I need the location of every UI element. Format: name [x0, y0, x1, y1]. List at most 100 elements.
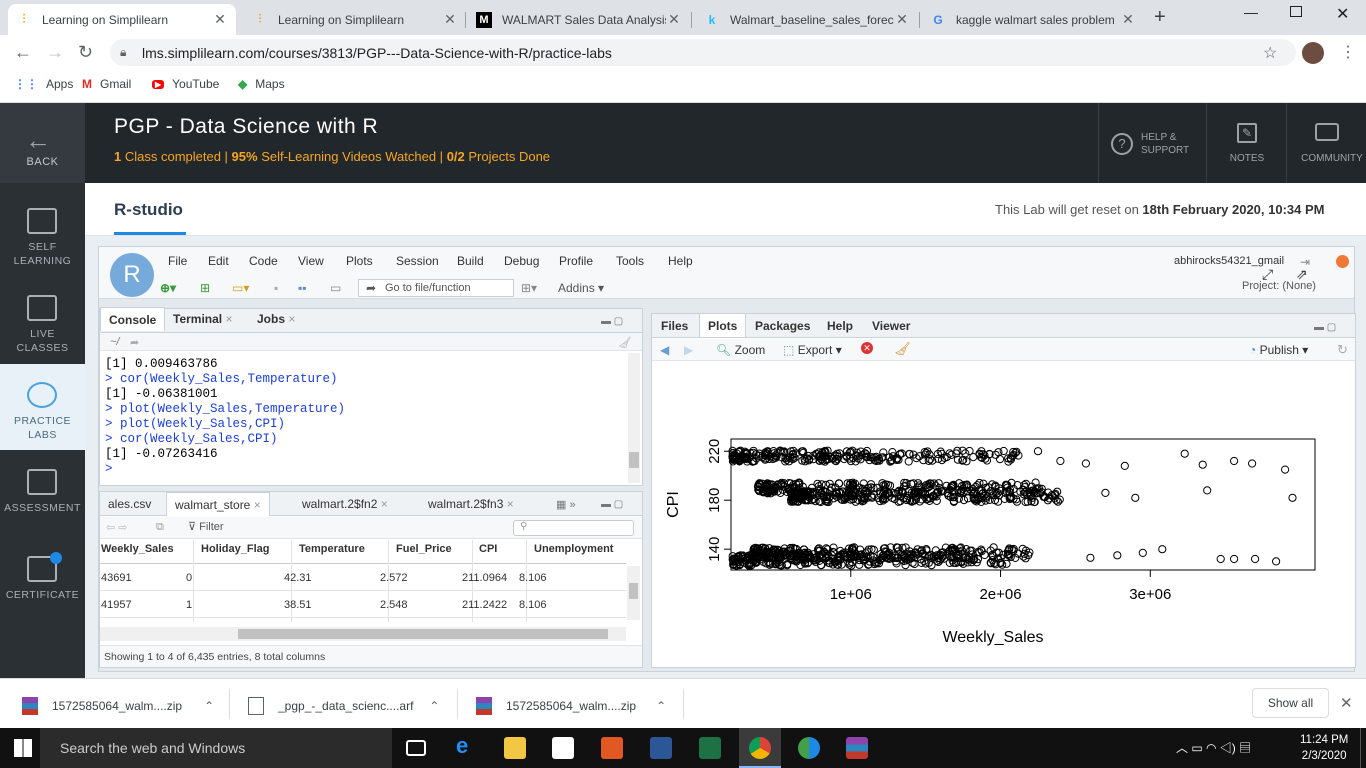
chrome-menu-icon[interactable]: ⋮ — [1340, 42, 1356, 62]
close-tab-icon[interactable]: ✕ — [1120, 11, 1136, 28]
back-arrow-icon[interactable]: ← — [14, 42, 32, 63]
column-header[interactable]: Temperature — [299, 543, 365, 555]
close-tab-icon[interactable]: × — [507, 497, 514, 511]
save-all-icon[interactable]: ▪▪ — [298, 281, 307, 295]
grid-layout-icon[interactable]: ⊞▾ — [521, 281, 537, 295]
menu-build[interactable]: Build — [457, 254, 484, 268]
windows-start-icon[interactable] — [14, 739, 32, 757]
download-item[interactable]: 1572585064_walm....zip ⌃ — [22, 697, 214, 715]
menu-code[interactable]: Code — [249, 254, 278, 268]
chevron-up-icon[interactable]: ⌃ — [204, 699, 214, 713]
column-header[interactable]: Weekly_Sales — [101, 543, 174, 555]
table-search-input[interactable]: ⚲ — [513, 520, 634, 536]
taskbar-search-input[interactable]: Search the web and Windows — [40, 728, 392, 768]
menu-profile[interactable]: Profile — [559, 254, 593, 268]
table-vscroll-thumb[interactable] — [629, 583, 638, 599]
chevron-up-icon[interactable]: ⌃ — [429, 699, 439, 713]
tab-viewer[interactable]: Viewer — [864, 314, 918, 338]
more-tabs-icon[interactable]: ▦ » — [556, 498, 576, 511]
bookmark-maps[interactable]: ◆ Maps — [238, 77, 285, 91]
taskbar-clock[interactable]: 11:24 PM 2/3/2020 — [1300, 732, 1348, 764]
nav-self-learning[interactable]: SELF LEARNING — [0, 190, 85, 276]
close-tab-icon[interactable]: × — [381, 497, 388, 511]
tab-walmart-store[interactable]: walmart_store × — [166, 492, 270, 516]
tray-icons[interactable]: ︿ ▭ ◠ ◁) ▤ — [1176, 739, 1251, 756]
word-icon[interactable] — [650, 737, 672, 759]
tab-terminal[interactable]: Terminal × — [165, 307, 240, 331]
bookmark-gmail[interactable]: M Gmail — [82, 77, 131, 91]
close-tab-icon[interactable]: × — [254, 498, 261, 512]
tab-walmart-fn3[interactable]: walmart.2$fn3 × — [420, 492, 522, 516]
close-tab-icon[interactable]: ✕ — [666, 11, 682, 28]
nav-arrows-icon[interactable]: ⇦ ⇨ — [106, 521, 128, 534]
menu-edit[interactable]: Edit — [208, 254, 229, 268]
nav-assessment[interactable]: ASSESSMENT — [0, 451, 85, 537]
menu-session[interactable]: Session — [396, 254, 439, 268]
pane-minmax-icon[interactable]: ▬ ▢ — [601, 499, 635, 510]
menu-help[interactable]: Help — [668, 254, 693, 268]
chevron-up-icon[interactable]: ⌃ — [656, 699, 666, 713]
menu-tools[interactable]: Tools — [616, 254, 644, 268]
pane-minmax-icon[interactable]: ▬ ▢ — [601, 316, 635, 327]
avatar[interactable] — [1302, 42, 1324, 64]
notes-button[interactable]: ✎ NOTES — [1206, 103, 1286, 183]
goto-file-input[interactable]: Go to file/function — [358, 279, 514, 297]
next-plot-icon[interactable]: ▶ — [684, 343, 693, 357]
popout-icon[interactable]: ⧉ — [156, 521, 164, 534]
forward-arrow-icon[interactable]: → — [46, 42, 64, 63]
column-header[interactable]: Fuel_Price — [396, 543, 452, 555]
console-scroll-thumb[interactable] — [629, 452, 639, 468]
lock-icon[interactable]: 🔒︎ — [120, 45, 126, 60]
minimize-icon[interactable]: — — [1244, 4, 1258, 20]
back-button[interactable]: ← BACK — [0, 103, 85, 183]
power-icon[interactable] — [1336, 255, 1349, 268]
tab-plots[interactable]: Plots — [699, 313, 747, 337]
bookmark-apps[interactable]: ⋮⋮ Apps — [14, 77, 73, 91]
download-item[interactable]: _pgp_-_data_scienc....arf ⌃ — [248, 697, 439, 715]
browser-tab-2[interactable]: ⫶ Learning on Simplilearn ✕ — [244, 4, 466, 35]
save-icon[interactable]: ▪ — [274, 281, 278, 295]
task-view-icon[interactable] — [406, 740, 426, 756]
new-tab-icon[interactable]: + — [1154, 6, 1166, 29]
download-item[interactable]: 1572585064_walm....zip ⌃ — [476, 697, 666, 715]
zoom-button[interactable]: 🔍︎ Zoom — [716, 343, 765, 357]
menu-file[interactable]: File — [168, 254, 187, 268]
pane-minmax-icon[interactable]: ▬ ▢ — [1314, 322, 1348, 333]
project-selector[interactable]: Project: (None) — [1242, 280, 1316, 292]
store-icon[interactable] — [552, 737, 574, 759]
globe-app-icon[interactable] — [798, 737, 820, 759]
reload-icon[interactable]: ↻ — [78, 42, 93, 63]
winrar-icon[interactable] — [846, 737, 868, 759]
powerpoint-icon[interactable] — [601, 737, 623, 759]
tab-console[interactable]: Console — [100, 307, 166, 331]
tab-packages[interactable]: Packages — [747, 314, 818, 338]
browser-tab-5[interactable]: G kaggle walmart sales problem ✕ — [922, 4, 1144, 35]
bookmark-star-icon[interactable]: ☆ — [1263, 43, 1277, 63]
url-text[interactable]: lms.simplilearn.com/courses/3813/PGP---D… — [142, 45, 612, 61]
browser-tab-3[interactable]: M WALMART Sales Data Analysis ✕ — [468, 4, 690, 35]
nav-practice-labs[interactable]: PRACTICE LABS — [0, 364, 85, 450]
table-hscroll-thumb[interactable] — [238, 629, 608, 639]
clear-plots-icon[interactable]: 🧹︎ — [894, 341, 911, 357]
menu-view[interactable]: View — [298, 254, 324, 268]
refresh-plot-icon[interactable]: ↻ — [1337, 342, 1348, 358]
print-icon[interactable]: ▭ — [330, 281, 341, 295]
close-tab-icon[interactable]: × — [225, 312, 232, 326]
nav-live-classes[interactable]: LIVE CLASSES — [0, 277, 85, 363]
file-explorer-icon[interactable] — [504, 737, 526, 759]
nav-certificate[interactable]: CERTIFICATE — [0, 538, 85, 624]
bookmark-youtube[interactable]: ▶ YouTube — [152, 77, 219, 91]
close-tab-icon[interactable]: ✕ — [212, 11, 228, 28]
tab-sales-csv[interactable]: ales.csv — [100, 492, 159, 516]
export-button[interactable]: ⬚ Export ▾ — [783, 343, 842, 357]
tab-files[interactable]: Files — [653, 314, 696, 338]
show-desktop-button[interactable] — [1360, 728, 1366, 768]
close-tab-icon[interactable]: × — [288, 312, 295, 326]
show-all-downloads-button[interactable]: Show all — [1252, 688, 1329, 718]
tab-help[interactable]: Help — [819, 314, 861, 338]
tab-jobs[interactable]: Jobs × — [249, 307, 303, 331]
browser-tab-4[interactable]: k Walmart_baseline_sales_foreca ✕ — [696, 4, 918, 35]
menu-plots[interactable]: Plots — [346, 254, 373, 268]
open-folder-icon[interactable]: ▭▾ — [232, 281, 249, 295]
publish-button[interactable]: ◔ Publish ▾ — [1249, 343, 1308, 357]
